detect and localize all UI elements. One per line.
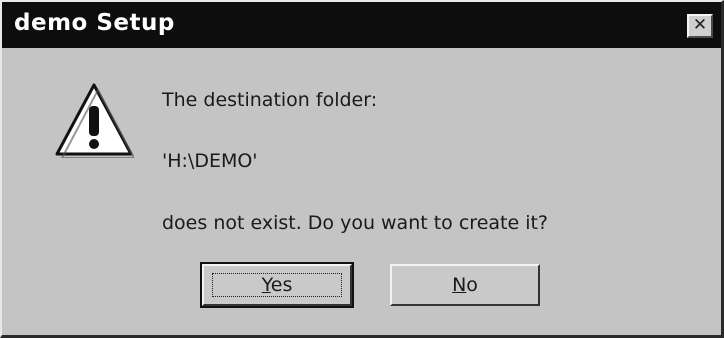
- close-icon: ✕: [692, 15, 708, 35]
- message-line-1: The destination folder:: [162, 89, 378, 111]
- setup-dialog: demo Setup ✕ The destination folder: 'H:…: [0, 0, 724, 338]
- yes-button-label: Yes: [261, 274, 293, 296]
- destination-path: 'H:\DEMO': [162, 150, 258, 172]
- no-button-label: No: [452, 274, 478, 296]
- message-line-3: does not exist. Do you want to create it…: [162, 212, 549, 234]
- window-title: demo Setup: [14, 10, 175, 36]
- close-button[interactable]: ✕: [687, 14, 713, 38]
- no-button[interactable]: No: [390, 264, 540, 306]
- title-bar[interactable]: demo Setup ✕: [2, 2, 721, 48]
- warning-icon: [55, 83, 134, 158]
- yes-button[interactable]: Yes: [200, 262, 354, 308]
